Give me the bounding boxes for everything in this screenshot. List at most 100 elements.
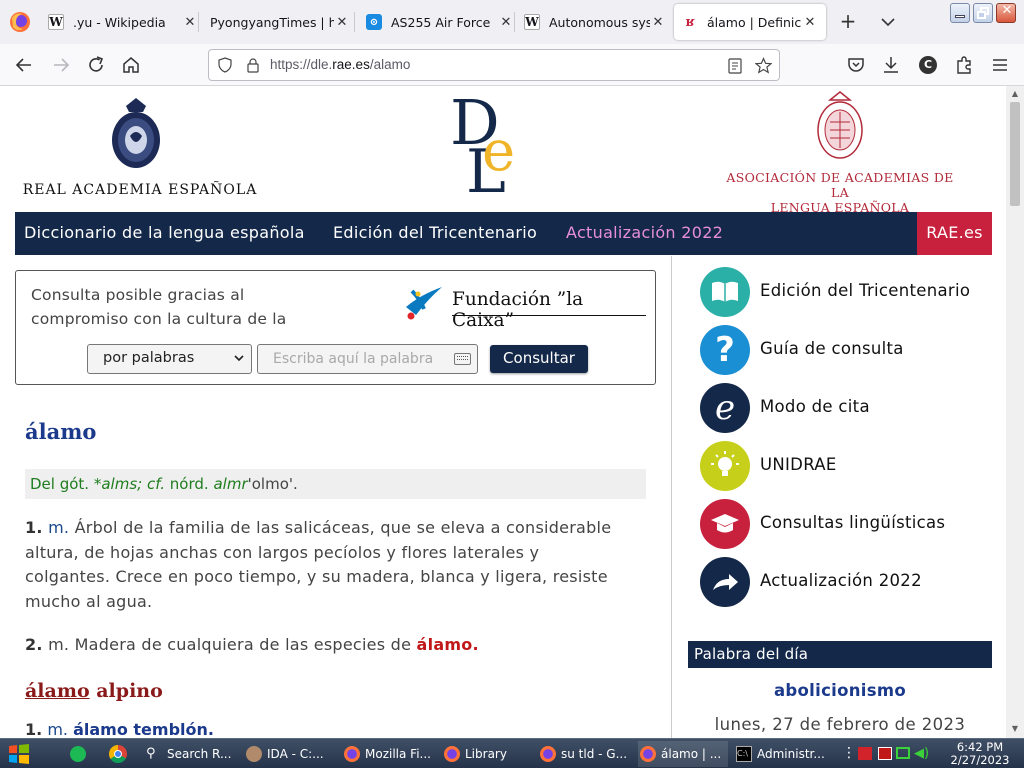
consultar-button[interactable]: Consultar (490, 345, 588, 373)
reader-view-icon[interactable] (727, 58, 743, 74)
page-scrollbar[interactable]: ▲ ▼ (1006, 86, 1024, 738)
close-tab-icon[interactable]: ✕ (334, 15, 350, 30)
scroll-down-icon[interactable]: ▼ (1010, 724, 1020, 734)
sidebar-item-modo-cita[interactable]: e Modo de cita (700, 383, 1000, 435)
etym-gloss: 'olmo'. (247, 475, 298, 493)
navigation-toolbar: https://dle.rae.es/alamo C (0, 44, 1024, 86)
sub-entry-heading: álamo alpino (25, 680, 163, 702)
taskbar-ida[interactable]: IDA - C:... (246, 741, 334, 767)
url-bar[interactable]: https://dle.rae.es/alamo (208, 49, 780, 81)
taskbar-label: Mozilla Fi... (365, 747, 431, 761)
nav-tricentenario-link[interactable]: Edición del Tricentenario (333, 223, 537, 242)
tab-title: álamo | Definición (707, 14, 802, 30)
tab-list-chevron-icon[interactable] (876, 10, 900, 34)
def-abbr-m[interactable]: m. (48, 518, 69, 537)
padlock-icon[interactable] (245, 57, 261, 73)
search-input[interactable]: Escriba aquí la palabra (257, 344, 478, 374)
taskbar-library[interactable]: Library (444, 741, 532, 767)
search-panel: Consulta posible gracias al compromiso c… (15, 270, 656, 385)
back-arrow-icon[interactable] (12, 53, 36, 77)
pocket-icon[interactable] (844, 53, 868, 77)
sub-def-link[interactable]: álamo temblón. (73, 720, 214, 738)
def-ref-link[interactable]: álamo. (417, 635, 479, 654)
def-abbr-m[interactable]: m. (48, 635, 69, 654)
tab-wikipedia-yu[interactable]: W .yu - Wikipedia ✕ (48, 4, 198, 40)
taskbar-search[interactable]: ⚲ Search R... (146, 741, 240, 767)
url-text[interactable]: https://dle.rae.es/alamo (270, 57, 410, 72)
tab-autonomous-system[interactable]: W Autonomous syste ✕ (524, 4, 666, 40)
minimize-window-button[interactable] (950, 3, 970, 23)
search-mode-select[interactable]: por palabras (87, 344, 252, 374)
question-icon: ? (700, 325, 750, 375)
bookmark-star-icon[interactable] (755, 57, 772, 74)
shield-icon[interactable] (217, 57, 233, 73)
tray-overflow-icon[interactable]: ⋮ (842, 745, 856, 761)
taskbar-clock[interactable]: 6:42 PM 2/27/2023 (940, 741, 1020, 767)
close-tab-icon[interactable]: ✕ (182, 15, 198, 30)
sub-def-abbr[interactable]: m. (47, 720, 68, 738)
account-avatar-icon[interactable]: C (916, 53, 940, 77)
firefox-icon (540, 746, 556, 762)
windows-start-icon[interactable] (8, 743, 30, 765)
network-icon[interactable] (896, 747, 910, 759)
sidebar-item-actualizacion[interactable]: Actualización 2022 (700, 557, 1000, 609)
chrome-icon[interactable] (108, 744, 128, 764)
close-tab-icon[interactable]: ✕ (802, 15, 818, 30)
taskbar-firefox-1[interactable]: Mozilla Fi... (344, 741, 434, 767)
taskbar-cmd[interactable]: C:\ Administr... (736, 741, 828, 767)
definition-2: 2. m. Madera de cualquiera de las especi… (25, 633, 645, 658)
virtual-keyboard-icon[interactable] (454, 353, 471, 365)
firefox-menu-icon[interactable] (8, 10, 32, 34)
close-window-button[interactable]: ✕ (996, 3, 1016, 23)
dle-logo[interactable]: D L e (450, 90, 530, 194)
def-text-line: altura, de hojas anchas con largos pecío… (25, 542, 540, 562)
asale-logo[interactable]: ASOCIACIÓN DE ACADEMIAS DE LA LENGUA ESP… (724, 90, 956, 215)
sidebar-item-guia[interactable]: ? Guía de consulta (700, 325, 1000, 377)
hamburger-menu-icon[interactable] (988, 53, 1012, 77)
search-placeholder: Escriba aquí la palabra (273, 351, 434, 367)
word-of-day-date: lunes, 27 de febrero de 2023 (714, 715, 966, 734)
etym-prefix: Del gót. (30, 475, 90, 493)
spotify-icon[interactable] (68, 744, 88, 764)
etym-almr: almr (213, 475, 248, 493)
sidebar-label: Modo de cita (760, 397, 870, 416)
forward-arrow-icon[interactable] (49, 53, 73, 77)
home-icon[interactable] (119, 53, 143, 77)
new-tab-plus-icon[interactable]: + (836, 10, 860, 34)
sidebar-item-consultas[interactable]: Consultas lingüísticas (700, 499, 1000, 551)
volume-icon[interactable]: ◀) (914, 746, 929, 761)
tab-alamo[interactable]: ʁ álamo | Definición ✕ (674, 4, 826, 40)
sidebar-item-tricentenario[interactable]: Edición del Tricentenario (700, 267, 1000, 319)
tray-app-icon[interactable] (878, 747, 892, 760)
extensions-puzzle-icon[interactable] (952, 53, 976, 77)
tab-pyongyangtimes[interactable]: PyongyangTimes | hom ✕ (210, 4, 350, 40)
tab-as255[interactable]: ⊙ AS255 Air Force ✕ (366, 4, 514, 40)
reload-icon[interactable] (84, 53, 108, 77)
asale-crest-icon (817, 91, 863, 159)
nav-diccionario-link[interactable]: Diccionario de la lengua española (24, 223, 305, 242)
sub-entry-head-link[interactable]: álamo (25, 680, 90, 702)
rae-logo[interactable]: REAL ACADEMIA ESPAÑOLA (20, 92, 260, 198)
close-tab-icon[interactable]: ✕ (650, 15, 666, 30)
nav-rae-es-link[interactable]: RAE.es (917, 212, 992, 255)
restore-window-button[interactable] (973, 3, 993, 23)
downloads-icon[interactable] (879, 53, 903, 77)
taskbar-firefox-alamo[interactable]: álamo | ... (638, 741, 728, 767)
graduation-cap-icon (700, 499, 750, 549)
sponsor-line-2: compromiso con la cultura de la (31, 310, 287, 328)
la-caixa-logo[interactable]: Fundación ”la Caixa” (402, 285, 646, 331)
scroll-up-icon[interactable]: ▲ (1010, 89, 1020, 99)
rae-icon: ʁ (685, 14, 695, 30)
firefox-icon (640, 746, 656, 762)
word-of-day-link[interactable]: abolicionismo (688, 681, 992, 700)
taskbar-firefox-sutld[interactable]: su tld - G... (540, 741, 630, 767)
scroll-thumb[interactable] (1010, 102, 1020, 206)
tab-title: AS255 Air Force (391, 14, 491, 30)
action-center-flag-icon[interactable] (858, 747, 872, 760)
tab-strip: W .yu - Wikipedia ✕ PyongyangTimes | hom… (0, 0, 1024, 44)
nav-actualizacion-link[interactable]: Actualización 2022 (566, 223, 723, 242)
rae-name-text: REAL ACADEMIA ESPAÑOLA (22, 182, 258, 198)
sidebar-item-unidrae[interactable]: UNIDRAE (700, 441, 1000, 493)
close-tab-icon[interactable]: ✕ (498, 15, 514, 30)
taskbar-label: Administr... (757, 747, 825, 761)
